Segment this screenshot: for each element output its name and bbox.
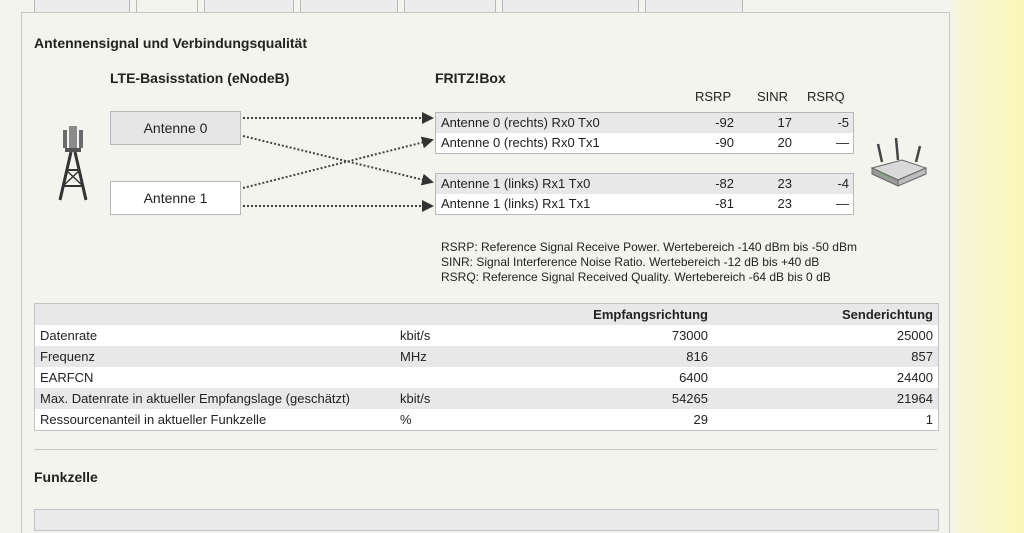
legend-sinr: SINR: Signal Interference Noise Ratio. W… — [441, 255, 820, 269]
antenna-connection-lines — [242, 112, 434, 212]
table-cell-send: 24400 — [896, 370, 933, 385]
table-cell-unit: kbit/s — [400, 391, 431, 406]
table-row: Frequenz MHz 816 857 — [35, 346, 938, 367]
signal-row: Antenne 0 (rechts) Rx0 Tx1 -90 20 — — [436, 133, 853, 153]
signal-rsrp: -82 — [715, 176, 734, 191]
table-cell-unit: MHz — [400, 349, 427, 364]
section-title-signal: Antennensignal und Verbindungsqualität — [34, 35, 308, 51]
signal-label: Antenne 0 (rechts) Rx0 Tx0 — [441, 115, 600, 130]
signal-sinr: 20 — [777, 135, 792, 150]
signal-row: Antenne 0 (rechts) Rx0 Tx0 -92 17 -5 — [436, 113, 853, 133]
signal-label: Antenne 0 (rechts) Rx0 Tx1 — [441, 135, 600, 150]
table-cell-receive: 54265 — [671, 391, 708, 406]
table-header-send: Senderichtung — [841, 307, 933, 322]
signal-group-antenna-0: Antenne 0 (rechts) Rx0 Tx0 -92 17 -5 Ant… — [435, 112, 854, 154]
lte-basestation-title: LTE-Basisstation (eNodeB) — [110, 70, 290, 86]
antenna-1-box: Antenne 1 — [110, 181, 241, 215]
signal-group-antenna-1: Antenne 1 (links) Rx1 Tx0 -82 23 -4 Ante… — [435, 173, 854, 215]
table-cell-send: 21964 — [896, 391, 933, 406]
header-sinr: SINR — [757, 89, 789, 104]
section-title-funkzelle: Funkzelle — [34, 469, 98, 485]
signal-rsrq: — — [836, 196, 849, 211]
funkzelle-table-top — [34, 509, 939, 531]
table-row: Datenrate kbit/s 73000 25000 — [35, 325, 938, 346]
header-rsrp: RSRP — [695, 89, 732, 104]
table-cell-label: EARFCN — [40, 370, 94, 385]
table-cell-label: Max. Datenrate in aktueller Empfangslage… — [40, 391, 350, 406]
table-header-receive: Empfangsrichtung — [593, 307, 708, 322]
table-header-row: Empfangsrichtung Senderichtung — [35, 304, 938, 325]
table-cell-label: Ressourcenanteil in aktueller Funkzelle — [40, 412, 267, 427]
connection-data-table: Empfangsrichtung Senderichtung Datenrate… — [34, 303, 939, 431]
table-cell-send: 1 — [925, 412, 933, 427]
table-row: EARFCN 6400 24400 — [35, 367, 938, 388]
router-icon — [870, 138, 928, 187]
signal-sinr: 23 — [777, 196, 792, 211]
legend-rsrq: RSRQ: Reference Signal Received Quality.… — [441, 270, 831, 284]
header-rsrq: RSRQ — [807, 89, 845, 104]
table-row: Max. Datenrate in aktueller Empfangslage… — [35, 388, 938, 409]
table-cell-label: Datenrate — [40, 328, 98, 343]
signal-sinr: 17 — [777, 115, 792, 130]
signal-rsrq: -5 — [837, 115, 849, 130]
table-cell-receive: 29 — [693, 412, 708, 427]
legend-rsrp: RSRP: Reference Signal Receive Power. We… — [441, 240, 857, 254]
table-cell-receive: 73000 — [671, 328, 708, 343]
cell-tower-icon — [58, 126, 88, 201]
signal-rsrq: -4 — [837, 176, 849, 191]
table-row: Ressourcenanteil in aktueller Funkzelle … — [35, 409, 938, 430]
table-cell-receive: 6400 — [679, 370, 708, 385]
signal-row: Antenne 1 (links) Rx1 Tx0 -82 23 -4 — [436, 174, 853, 194]
signal-rsrq: — — [836, 135, 849, 150]
fritzbox-title: FRITZ!Box — [435, 70, 506, 86]
antenna-0-box: Antenne 0 — [110, 111, 241, 145]
table-cell-label: Frequenz — [40, 349, 95, 364]
table-cell-unit: % — [400, 412, 412, 427]
section-divider — [34, 449, 937, 450]
table-cell-send: 857 — [911, 349, 933, 364]
table-cell-receive: 816 — [686, 349, 708, 364]
signal-label: Antenne 1 (links) Rx1 Tx1 — [441, 196, 591, 211]
table-cell-unit: kbit/s — [400, 328, 431, 343]
table-cell-send: 25000 — [896, 328, 933, 343]
signal-label: Antenne 1 (links) Rx1 Tx0 — [441, 176, 591, 191]
signal-rsrp: -81 — [715, 196, 734, 211]
signal-sinr: 23 — [777, 176, 792, 191]
signal-row: Antenne 1 (links) Rx1 Tx1 -81 23 — — [436, 194, 853, 214]
signal-rsrp: -92 — [715, 115, 734, 130]
signal-rsrp: -90 — [715, 135, 734, 150]
